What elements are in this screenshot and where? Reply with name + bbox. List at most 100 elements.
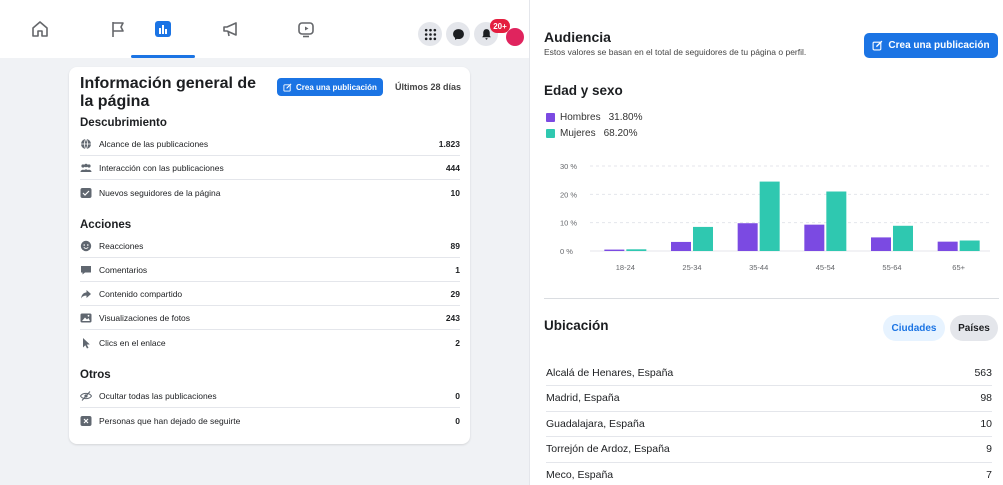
city-name: Guadalajara, España [546, 417, 645, 430]
y-tick-label: 20 % [560, 190, 577, 199]
hide-icon [80, 390, 92, 402]
metric-value: 243 [445, 313, 460, 323]
x-tick-label: 45-54 [816, 263, 835, 272]
x-tick-label: 35-44 [749, 263, 768, 272]
city-row: Guadalajara, España 10 [546, 411, 992, 437]
bar-hombres-55-64[interactable] [871, 237, 891, 251]
legend-men-label: Hombres [560, 112, 601, 123]
city-row: Alcalá de Henares, España 563 [546, 360, 992, 386]
city-name: Madrid, España [546, 392, 620, 404]
age-gender-title: Edad y sexo [544, 83, 623, 98]
legend-women-swatch [546, 129, 555, 138]
metric-row[interactable]: Nuevos seguidores de la página 10 [80, 181, 460, 204]
metric-row[interactable]: Visualizaciones de fotos 243 [80, 307, 460, 330]
age-gender-chart: 0 % 10 % 20 % 30 % 18-24 25-34 35-44 45-54 55-64… [560, 162, 990, 272]
left-panel: 20+ Información general de la página Cre… [0, 0, 530, 485]
unfollow-icon [80, 415, 92, 427]
flag-icon [112, 22, 124, 37]
grid-menu-icon [424, 28, 436, 40]
home-tab[interactable] [8, 12, 72, 46]
metric-label: Alcance de las publicaciones [99, 139, 209, 149]
metric-row[interactable]: Personas que han dejado de seguirte 0 [80, 409, 460, 432]
metric-row[interactable]: Interacción con las publicaciones 444 [80, 157, 460, 180]
audience-title: Audiencia [544, 29, 611, 45]
bar-hombres-35-44[interactable] [737, 223, 758, 251]
create-post-button[interactable]: Crea una publicación [277, 78, 383, 96]
video-tab[interactable] [274, 12, 338, 46]
photo-icon [80, 312, 92, 324]
city-row: Madrid, España 98 [546, 386, 992, 412]
metric-value: 89 [450, 241, 460, 251]
ads-tab[interactable] [199, 12, 263, 46]
tab-cities[interactable]: Ciudades [883, 315, 945, 341]
city-name: Meco, España [546, 468, 614, 481]
section-title-discovery: Descubrimiento [80, 117, 167, 129]
insights-icon [155, 21, 171, 37]
create-post-label: Crea una publicación [296, 82, 377, 92]
follow-icon [80, 187, 92, 199]
period-selector[interactable]: Últimos 28 días [395, 82, 461, 92]
metric-label: Ocultar todas las publicaciones [99, 391, 217, 401]
audience-panel: Audiencia Estos valores se basan en el t… [530, 0, 1003, 485]
metric-value: 1 [455, 265, 460, 275]
bar-mujeres-65+[interactable] [959, 240, 980, 251]
legend-men: Hombres 31.80% [546, 112, 643, 123]
profile-avatar[interactable] [506, 28, 524, 46]
city-name: Alcalá de Henares, España [546, 366, 674, 379]
section-divider [544, 298, 999, 299]
metric-row[interactable]: Ocultar todas las publicaciones 0 [80, 385, 460, 408]
home-icon [32, 21, 48, 37]
metric-row[interactable]: Alcance de las publicaciones 1.823 [80, 133, 460, 156]
bar-mujeres-35-44[interactable] [759, 181, 780, 251]
bar-mujeres-25-34[interactable] [693, 226, 713, 251]
y-tick-label: 30 % [560, 162, 577, 171]
app-window: 20+ Información general de la página Cre… [0, 0, 1003, 485]
legend-women-value: 68.20% [603, 128, 638, 139]
metric-label: Personas que han dejado de seguirte [99, 415, 241, 426]
legend-men-value: 31.80% [608, 112, 643, 123]
metric-row[interactable]: Contenido compartido 29 [80, 283, 460, 306]
bar-mujeres-45-54[interactable] [826, 191, 847, 252]
menu-button[interactable] [418, 22, 442, 46]
x-tick-label: 25-34 [682, 263, 701, 272]
tab-countries[interactable]: Países [950, 315, 998, 341]
bar-mujeres-18-24[interactable] [626, 249, 647, 251]
y-tick-label: 0 % [560, 247, 573, 256]
video-icon [298, 22, 314, 38]
metric-value: 2 [455, 337, 460, 348]
messenger-button[interactable] [446, 22, 470, 46]
metric-label: Clics en el enlace [99, 337, 166, 348]
city-value: 98 [980, 392, 992, 404]
bar-hombres-65+[interactable] [937, 241, 958, 251]
metric-label: Interacción con las publicaciones [99, 163, 224, 173]
section-title-others: Otros [80, 369, 111, 381]
metric-label: Reacciones [99, 241, 144, 251]
city-value: 9 [986, 443, 992, 455]
people-icon [80, 162, 92, 174]
location-title: Ubicación [544, 318, 609, 333]
legend-men-swatch [546, 113, 555, 122]
globe-icon [80, 138, 92, 150]
messenger-icon [452, 28, 464, 40]
metric-label: Comentarios [99, 265, 148, 275]
y-tick-label: 10 % [560, 219, 577, 228]
bar-hombres-25-34[interactable] [671, 241, 691, 251]
metric-value: 0 [455, 391, 460, 401]
bar-hombres-45-54[interactable] [804, 224, 825, 251]
edit-icon [283, 83, 292, 92]
insights-tab[interactable] [131, 12, 195, 58]
x-tick-label: 18-24 [616, 263, 635, 272]
metric-row[interactable]: Reacciones 89 [80, 235, 460, 258]
legend-women-label: Mujeres [560, 128, 596, 139]
megaphone-icon [223, 22, 237, 37]
metric-value: 1.823 [438, 139, 460, 149]
city-row: Torrejón de Ardoz, España 9 [546, 437, 992, 463]
metric-row[interactable]: Clics en el enlace 2 [80, 331, 460, 354]
comment-icon [80, 264, 92, 276]
metric-row[interactable]: Comentarios 1 [80, 259, 460, 282]
audience-create-post-button[interactable]: Crea una publicación [864, 33, 998, 58]
metric-value: 0 [455, 415, 460, 426]
city-name: Torrejón de Ardoz, España [546, 443, 670, 455]
bar-mujeres-55-64[interactable] [893, 225, 913, 251]
bar-hombres-18-24[interactable] [604, 249, 625, 251]
